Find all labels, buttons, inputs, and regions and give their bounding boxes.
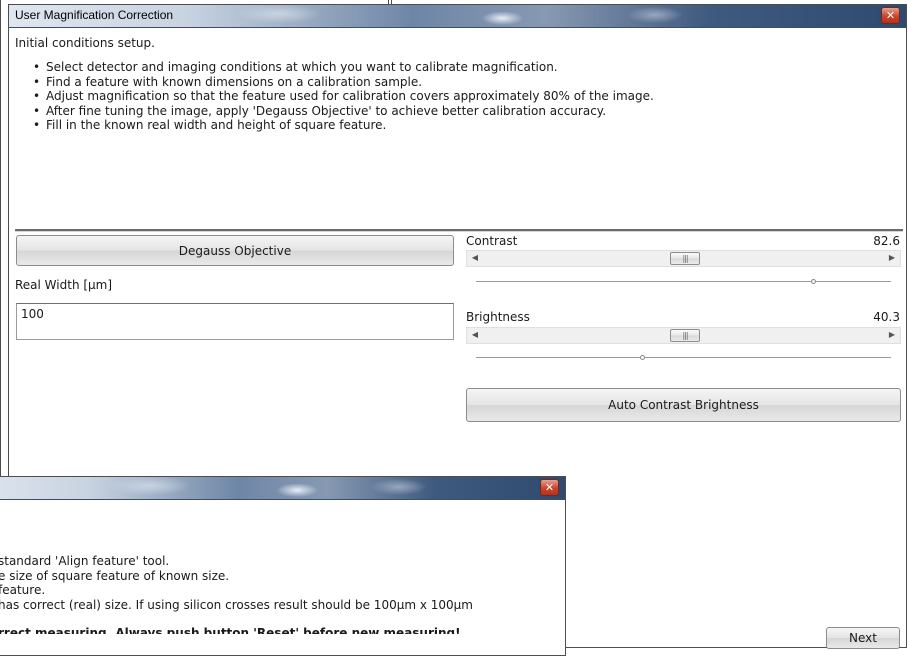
auto-contrast-brightness-button[interactable]: Auto Contrast Brightness [466, 388, 901, 422]
contrast-slider-handle[interactable] [811, 279, 816, 284]
contrast-value: 82.6 [873, 234, 900, 248]
close-icon: ✕ [544, 481, 555, 494]
degauss-objective-button[interactable]: Degauss Objective [16, 235, 454, 266]
brightness-slider-handle[interactable] [640, 355, 645, 360]
align-instruction-line: standard 'Align feature' tool. [0, 554, 170, 568]
real-width-label: Real Width [µm] [15, 278, 113, 292]
instruction-item: Find a feature with known dimensions on … [26, 75, 654, 90]
grip-icon: ||| [682, 254, 688, 263]
align-instruction-line: e size of square feature of known size. [0, 568, 230, 583]
intro-text: Initial conditions setup. [15, 36, 155, 50]
section-divider [15, 229, 903, 232]
real-width-input[interactable]: 100 [16, 303, 454, 340]
align-dialog-close-button[interactable]: ✕ [540, 479, 559, 496]
dialog-title: User Magnification Correction [15, 8, 174, 22]
scroll-left-arrow-icon[interactable]: ◀ [470, 253, 480, 262]
instruction-item: After fine tuning the image, apply 'Dega… [26, 104, 654, 119]
next-button[interactable]: Next [826, 627, 900, 649]
contrast-slider-track [476, 281, 891, 282]
align-dialog-title-bar[interactable]: ✕ [0, 477, 565, 500]
instruction-item: Fill in the known real width and height … [26, 118, 654, 133]
contrast-scrollbar[interactable]: ◀ ||| ▶ [466, 250, 901, 267]
close-icon: ✕ [885, 9, 896, 22]
brightness-label: Brightness [466, 310, 530, 324]
instruction-item: Select detector and imaging conditions a… [26, 60, 654, 75]
contrast-scroll-thumb[interactable]: ||| [670, 252, 700, 265]
grip-icon: ||| [682, 331, 688, 340]
align-feature-dialog: ✕ standard 'Align feature' tool. e size … [0, 476, 566, 656]
instruction-list: Select detector and imaging conditions a… [26, 60, 654, 133]
brightness-slider-track [476, 357, 891, 358]
contrast-label: Contrast [466, 234, 518, 248]
brightness-scroll-thumb[interactable]: ||| [670, 329, 700, 342]
align-instruction-line: has correct (real) size. If using silico… [0, 597, 473, 612]
brightness-scrollbar[interactable]: ◀ ||| ▶ [466, 327, 901, 344]
scroll-right-arrow-icon[interactable]: ▶ [887, 253, 897, 262]
instruction-item: Adjust magnification so that the feature… [26, 89, 654, 104]
close-button[interactable]: ✕ [881, 7, 900, 24]
scroll-left-arrow-icon[interactable]: ◀ [470, 330, 480, 339]
scroll-right-arrow-icon[interactable]: ▶ [887, 330, 897, 339]
brightness-value: 40.3 [873, 310, 900, 324]
title-bar[interactable]: User Magnification Correction ✕ [9, 5, 906, 28]
align-dialog-instructions: standard 'Align feature' tool. e size of… [0, 554, 473, 634]
align-warning-line: rrect measuring. Always push button 'Res… [0, 626, 461, 634]
align-instruction-line: feature. [0, 583, 46, 597]
